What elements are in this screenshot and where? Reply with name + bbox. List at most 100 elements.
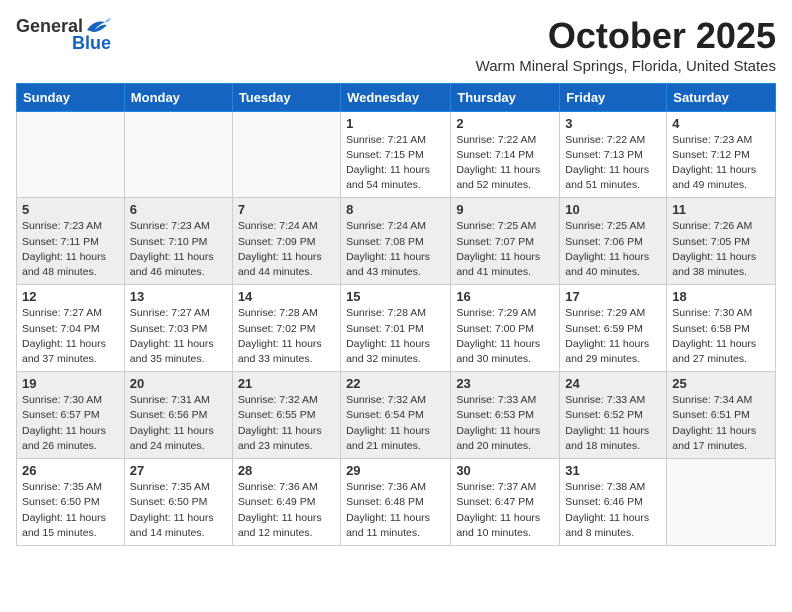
day-number: 31: [565, 463, 661, 478]
calendar-day-cell: 29 Sunrise: 7:36 AM Sunset: 6:48 PM Dayli…: [341, 459, 451, 546]
day-number: 15: [346, 289, 445, 304]
page-header: General Blue October 2025 Warm Mineral S…: [16, 16, 776, 75]
day-number: 9: [456, 202, 554, 217]
calendar-day-cell: 31 Sunrise: 7:38 AM Sunset: 6:46 PM Dayli…: [560, 459, 667, 546]
day-info: Sunrise: 7:33 AM Sunset: 6:52 PM Dayligh…: [565, 393, 661, 454]
calendar-day-cell: [17, 111, 125, 198]
calendar-day-cell: 13Sunrise: 7:27 AM Sunset: 7:03 PM Dayli…: [124, 285, 232, 372]
day-info: Sunrise: 7:29 AM Sunset: 6:59 PM Dayligh…: [565, 306, 661, 367]
calendar-day-cell: 10 Sunrise: 7:25 AM Sunset: 7:06 PM Dayli…: [560, 198, 667, 285]
day-number: 27: [130, 463, 227, 478]
day-number: 25: [672, 376, 770, 391]
day-info: Sunrise: 7:22 AM Sunset: 7:14 PM Dayligh…: [456, 133, 554, 194]
day-info: Sunrise: 7:25 AM Sunset: 7:07 PM Dayligh…: [456, 219, 554, 280]
day-info: Sunrise: 7:27 AM Sunset: 7:04 PM Dayligh…: [22, 306, 119, 367]
day-number: 1: [346, 116, 445, 131]
day-info: Sunrise: 7:23 AM Sunset: 7:12 PM Dayligh…: [672, 133, 770, 194]
day-number: 23: [456, 376, 554, 391]
day-info: Sunrise: 7:32 AM Sunset: 6:55 PM Dayligh…: [238, 393, 335, 454]
calendar-day-cell: 26 Sunrise: 7:35 AM Sunset: 6:50 PM Dayli…: [17, 459, 125, 546]
calendar-day-cell: 12 Sunrise: 7:27 AM Sunset: 7:04 PM Dayli…: [17, 285, 125, 372]
day-info: Sunrise: 7:33 AM Sunset: 6:53 PM Dayligh…: [456, 393, 554, 454]
day-number: 4: [672, 116, 770, 131]
day-number: 11: [672, 202, 770, 217]
day-number: 21: [238, 376, 335, 391]
day-info: Sunrise: 7:38 AM Sunset: 6:46 PM Dayligh…: [565, 480, 661, 541]
calendar-day-cell: [667, 459, 776, 546]
day-info: Sunrise: 7:30 AM Sunset: 6:57 PM Dayligh…: [22, 393, 119, 454]
calendar-day-cell: 4 Sunrise: 7:23 AM Sunset: 7:12 PM Daylig…: [667, 111, 776, 198]
calendar-day-cell: 28Sunrise: 7:36 AM Sunset: 6:49 PM Dayli…: [232, 459, 340, 546]
day-info: Sunrise: 7:30 AM Sunset: 6:58 PM Dayligh…: [672, 306, 770, 367]
calendar-day-cell: [124, 111, 232, 198]
day-info: Sunrise: 7:21 AM Sunset: 7:15 PM Dayligh…: [346, 133, 445, 194]
day-number: 26: [22, 463, 119, 478]
day-number: 18: [672, 289, 770, 304]
day-number: 20: [130, 376, 227, 391]
logo: General Blue: [16, 16, 111, 54]
calendar-day-cell: 30 Sunrise: 7:37 AM Sunset: 6:47 PM Dayli…: [451, 459, 560, 546]
title-block: October 2025 Warm Mineral Springs, Flori…: [476, 16, 776, 75]
calendar-day-cell: [232, 111, 340, 198]
calendar-day-cell: 7 Sunrise: 7:24 AM Sunset: 7:09 PM Daylig…: [232, 198, 340, 285]
day-number: 6: [130, 202, 227, 217]
calendar-week-row: 12 Sunrise: 7:27 AM Sunset: 7:04 PM Dayli…: [17, 285, 776, 372]
calendar-table: SundayMondayTuesdayWednesdayThursdayFrid…: [16, 83, 776, 546]
day-number: 8: [346, 202, 445, 217]
day-info: Sunrise: 7:22 AM Sunset: 7:13 PM Dayligh…: [565, 133, 661, 194]
day-number: 19: [22, 376, 119, 391]
calendar-day-cell: 18 Sunrise: 7:30 AM Sunset: 6:58 PM Dayli…: [667, 285, 776, 372]
calendar-day-cell: 20 Sunrise: 7:31 AM Sunset: 6:56 PM Dayli…: [124, 372, 232, 459]
day-number: 24: [565, 376, 661, 391]
day-info: Sunrise: 7:29 AM Sunset: 7:00 PM Dayligh…: [456, 306, 554, 367]
day-number: 10: [565, 202, 661, 217]
day-number: 3: [565, 116, 661, 131]
day-info: Sunrise: 7:26 AM Sunset: 7:05 PM Dayligh…: [672, 219, 770, 280]
calendar-day-cell: 24 Sunrise: 7:33 AM Sunset: 6:52 PM Dayli…: [560, 372, 667, 459]
day-info: Sunrise: 7:23 AM Sunset: 7:11 PM Dayligh…: [22, 219, 119, 280]
calendar-week-row: 5 Sunrise: 7:23 AM Sunset: 7:11 PM Daylig…: [17, 198, 776, 285]
day-number: 12: [22, 289, 119, 304]
calendar-day-cell: 21 Sunrise: 7:32 AM Sunset: 6:55 PM Dayli…: [232, 372, 340, 459]
calendar-day-cell: 8Sunrise: 7:24 AM Sunset: 7:08 PM Daylig…: [341, 198, 451, 285]
calendar-day-cell: 17 Sunrise: 7:29 AM Sunset: 6:59 PM Dayli…: [560, 285, 667, 372]
day-number: 14: [238, 289, 335, 304]
day-info: Sunrise: 7:25 AM Sunset: 7:06 PM Dayligh…: [565, 219, 661, 280]
day-number: 5: [22, 202, 119, 217]
calendar-day-header: Wednesday: [341, 83, 451, 111]
calendar-day-cell: 22Sunrise: 7:32 AM Sunset: 6:54 PM Dayli…: [341, 372, 451, 459]
day-number: 13: [130, 289, 227, 304]
day-number: 30: [456, 463, 554, 478]
calendar-day-cell: 23 Sunrise: 7:33 AM Sunset: 6:53 PM Dayli…: [451, 372, 560, 459]
day-info: Sunrise: 7:36 AM Sunset: 6:49 PM Dayligh…: [238, 480, 335, 541]
calendar-day-cell: 16Sunrise: 7:29 AM Sunset: 7:00 PM Dayli…: [451, 285, 560, 372]
calendar-day-header: Thursday: [451, 83, 560, 111]
day-info: Sunrise: 7:36 AM Sunset: 6:48 PM Dayligh…: [346, 480, 445, 541]
day-info: Sunrise: 7:34 AM Sunset: 6:51 PM Dayligh…: [672, 393, 770, 454]
day-number: 7: [238, 202, 335, 217]
calendar-body: 1 Sunrise: 7:21 AM Sunset: 7:15 PM Daylig…: [17, 111, 776, 545]
day-info: Sunrise: 7:35 AM Sunset: 6:50 PM Dayligh…: [130, 480, 227, 541]
calendar-day-header: Sunday: [17, 83, 125, 111]
day-number: 29: [346, 463, 445, 478]
day-info: Sunrise: 7:28 AM Sunset: 7:01 PM Dayligh…: [346, 306, 445, 367]
calendar-day-cell: 6Sunrise: 7:23 AM Sunset: 7:10 PM Daylig…: [124, 198, 232, 285]
calendar-day-cell: 3 Sunrise: 7:22 AM Sunset: 7:13 PM Daylig…: [560, 111, 667, 198]
calendar-day-cell: 9 Sunrise: 7:25 AM Sunset: 7:07 PM Daylig…: [451, 198, 560, 285]
calendar-day-cell: 15 Sunrise: 7:28 AM Sunset: 7:01 PM Dayli…: [341, 285, 451, 372]
calendar-day-header: Tuesday: [232, 83, 340, 111]
day-info: Sunrise: 7:37 AM Sunset: 6:47 PM Dayligh…: [456, 480, 554, 541]
calendar-day-cell: 19 Sunrise: 7:30 AM Sunset: 6:57 PM Dayli…: [17, 372, 125, 459]
location-text: Warm Mineral Springs, Florida, United St…: [476, 58, 776, 75]
calendar-day-header: Monday: [124, 83, 232, 111]
calendar-day-cell: 5 Sunrise: 7:23 AM Sunset: 7:11 PM Daylig…: [17, 198, 125, 285]
logo-blue-text: Blue: [72, 34, 111, 54]
calendar-day-header: Saturday: [667, 83, 776, 111]
day-number: 2: [456, 116, 554, 131]
calendar-day-cell: 25 Sunrise: 7:34 AM Sunset: 6:51 PM Dayli…: [667, 372, 776, 459]
day-number: 17: [565, 289, 661, 304]
day-info: Sunrise: 7:35 AM Sunset: 6:50 PM Dayligh…: [22, 480, 119, 541]
day-info: Sunrise: 7:32 AM Sunset: 6:54 PM Dayligh…: [346, 393, 445, 454]
day-info: Sunrise: 7:24 AM Sunset: 7:09 PM Dayligh…: [238, 219, 335, 280]
day-info: Sunrise: 7:31 AM Sunset: 6:56 PM Dayligh…: [130, 393, 227, 454]
